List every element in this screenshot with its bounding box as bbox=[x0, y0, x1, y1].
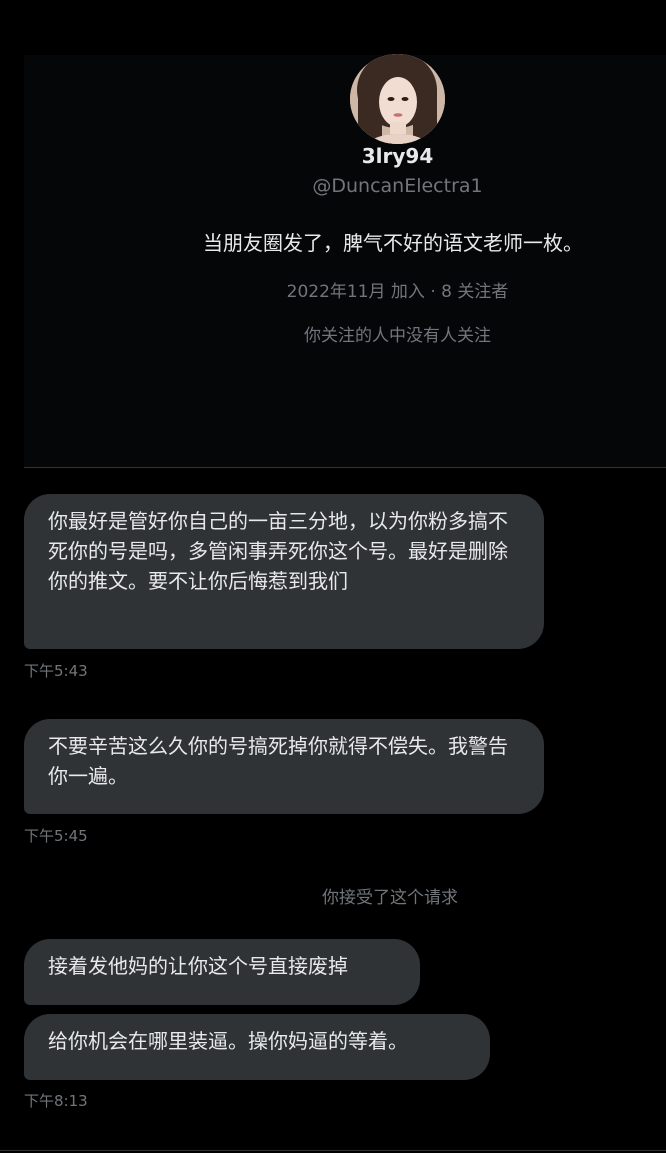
message-timestamp: 下午8:13 bbox=[24, 1092, 88, 1110]
handle[interactable]: @DuncanElectra1 bbox=[0, 175, 666, 197]
profile-meta: 2022年11月 加入 · 8 关注者 bbox=[286, 282, 509, 302]
profile-card bbox=[24, 55, 666, 468]
bio: 当朋友圈发了，脾气不好的语文老师一枚。 bbox=[203, 231, 583, 255]
display-name[interactable]: 3lry94 bbox=[0, 144, 666, 168]
request-accepted-note: 你接受了这个请求 bbox=[322, 888, 458, 908]
message-bubble[interactable]: 接着发他妈的让你这个号直接废掉 bbox=[24, 939, 420, 1005]
followers-note: 你关注的人中没有人关注 bbox=[304, 326, 491, 346]
message-timestamp: 下午5:45 bbox=[24, 827, 88, 845]
avatar-photo bbox=[350, 54, 445, 144]
avatar[interactable] bbox=[350, 54, 445, 144]
message-timestamp: 下午5:43 bbox=[24, 662, 88, 680]
message-bubble[interactable]: 不要辛苦这么久你的号搞死掉你就得不偿失。我警告你一遍。 bbox=[24, 719, 544, 814]
message-bubble[interactable]: 给你机会在哪里装逼。操你妈逼的等着。 bbox=[24, 1014, 490, 1080]
divider bbox=[0, 1150, 666, 1151]
message-bubble[interactable]: 你最好是管好你自己的一亩三分地，以为你粉多搞不死你的号是吗，多管闲事弄死你这个号… bbox=[24, 494, 544, 649]
